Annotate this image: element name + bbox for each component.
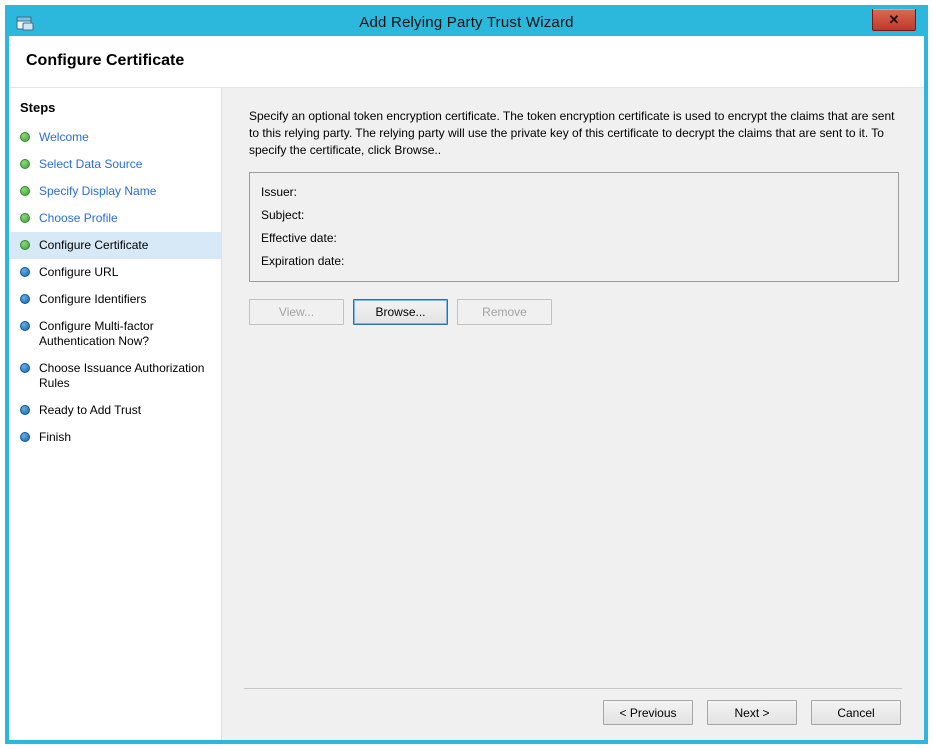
step-label: Welcome: [39, 130, 89, 145]
view-button: View...: [249, 299, 344, 325]
step-status-icon: [20, 363, 30, 373]
sidebar-item-configure-identifiers: Configure Identifiers: [9, 286, 221, 313]
step-status-icon: [20, 240, 30, 250]
previous-button[interactable]: < Previous: [603, 700, 693, 725]
step-status-icon: [20, 132, 30, 142]
step-status-icon: [20, 159, 30, 169]
sidebar-item-ready-to-add-trust: Ready to Add Trust: [9, 397, 221, 424]
sidebar-item-finish: Finish: [9, 424, 221, 451]
window-title: Add Relying Party Trust Wizard: [9, 14, 924, 31]
step-label: Specify Display Name: [39, 184, 156, 199]
step-status-icon: [20, 267, 30, 277]
certificate-issuer-label: Issuer:: [261, 180, 887, 203]
remove-button: Remove: [457, 299, 552, 325]
title-bar: Add Relying Party Trust Wizard ✕: [9, 9, 924, 36]
step-label: Choose Issuance Authorization Rules: [39, 361, 211, 391]
step-status-icon: [20, 432, 30, 442]
certificate-details-box: Issuer: Subject: Effective date: Expirat…: [249, 172, 899, 282]
step-label: Configure URL: [39, 265, 118, 280]
sidebar-item-configure-mfa: Configure Multi-factor Authentication No…: [9, 313, 221, 355]
wizard-window: Add Relying Party Trust Wizard ✕ Configu…: [5, 5, 928, 744]
sidebar-item-choose-issuance-rules: Choose Issuance Authorization Rules: [9, 355, 221, 397]
step-status-icon: [20, 186, 30, 196]
step-label: Configure Identifiers: [39, 292, 146, 307]
certificate-effective-date-label: Effective date:: [261, 226, 887, 249]
step-status-icon: [20, 321, 30, 331]
wizard-footer: < Previous Next > Cancel: [244, 688, 902, 740]
certificate-expiration-date-label: Expiration date:: [261, 249, 887, 272]
step-label: Configure Certificate: [39, 238, 148, 253]
steps-sidebar: Steps Welcome Select Data Source Specify…: [9, 88, 222, 740]
step-status-icon: [20, 294, 30, 304]
sidebar-item-configure-certificate[interactable]: Configure Certificate: [9, 232, 221, 259]
wizard-body: Steps Welcome Select Data Source Specify…: [9, 88, 924, 740]
steps-title: Steps: [9, 97, 221, 124]
step-label: Choose Profile: [39, 211, 118, 226]
sidebar-item-select-data-source[interactable]: Select Data Source: [9, 151, 221, 178]
certificate-subject-label: Subject:: [261, 203, 887, 226]
step-description: Specify an optional token encryption cer…: [249, 108, 902, 159]
step-label: Finish: [39, 430, 71, 445]
step-label: Ready to Add Trust: [39, 403, 141, 418]
next-button[interactable]: Next >: [707, 700, 797, 725]
page-title: Configure Certificate: [26, 52, 184, 69]
sidebar-item-welcome[interactable]: Welcome: [9, 124, 221, 151]
step-status-icon: [20, 405, 30, 415]
step-status-icon: [20, 213, 30, 223]
step-label: Configure Multi-factor Authentication No…: [39, 319, 211, 349]
cancel-button[interactable]: Cancel: [811, 700, 901, 725]
page: Add Relying Party Trust Wizard ✕ Configu…: [0, 0, 933, 749]
sidebar-item-specify-display-name[interactable]: Specify Display Name: [9, 178, 221, 205]
certificate-actions: View... Browse... Remove: [249, 299, 902, 325]
sidebar-item-configure-url: Configure URL: [9, 259, 221, 286]
main-content: Specify an optional token encryption cer…: [222, 88, 924, 740]
sidebar-item-choose-profile[interactable]: Choose Profile: [9, 205, 221, 232]
page-header: Configure Certificate: [9, 36, 924, 88]
step-label: Select Data Source: [39, 157, 142, 172]
browse-button[interactable]: Browse...: [353, 299, 448, 325]
close-button[interactable]: ✕: [872, 9, 916, 31]
